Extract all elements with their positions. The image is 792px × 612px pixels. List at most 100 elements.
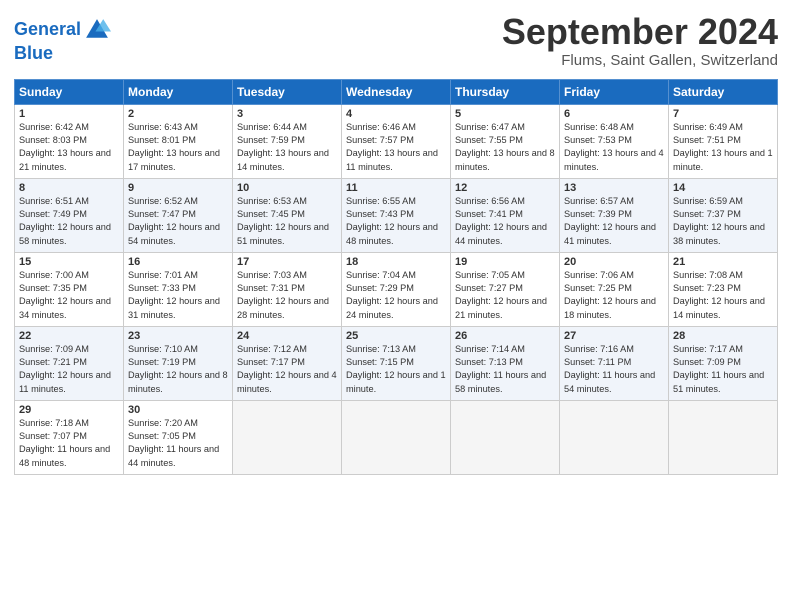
calendar-week-row: 29 Sunrise: 7:18 AM Sunset: 7:07 PM Dayl…: [15, 400, 778, 474]
calendar-cell: 5 Sunrise: 6:47 AM Sunset: 7:55 PM Dayli…: [451, 104, 560, 178]
day-number: 5: [455, 108, 555, 120]
day-info: Sunrise: 6:48 AM Sunset: 7:53 PM Dayligh…: [564, 121, 664, 174]
day-info: Sunrise: 7:00 AM Sunset: 7:35 PM Dayligh…: [19, 269, 119, 322]
day-number: 23: [128, 330, 228, 342]
day-number: 21: [673, 256, 773, 268]
calendar-cell: 25 Sunrise: 7:13 AM Sunset: 7:15 PM Dayl…: [342, 326, 451, 400]
page-container: General Blue September 2024 Flums, Saint…: [0, 0, 792, 485]
calendar-cell: 17 Sunrise: 7:03 AM Sunset: 7:31 PM Dayl…: [233, 252, 342, 326]
day-info: Sunrise: 6:49 AM Sunset: 7:51 PM Dayligh…: [673, 121, 773, 174]
calendar-week-row: 15 Sunrise: 7:00 AM Sunset: 7:35 PM Dayl…: [15, 252, 778, 326]
day-number: 7: [673, 108, 773, 120]
calendar-cell: 19 Sunrise: 7:05 AM Sunset: 7:27 PM Dayl…: [451, 252, 560, 326]
day-info: Sunrise: 7:01 AM Sunset: 7:33 PM Dayligh…: [128, 269, 228, 322]
day-info: Sunrise: 7:20 AM Sunset: 7:05 PM Dayligh…: [128, 417, 228, 470]
calendar-cell: 10 Sunrise: 6:53 AM Sunset: 7:45 PM Dayl…: [233, 178, 342, 252]
day-info: Sunrise: 6:57 AM Sunset: 7:39 PM Dayligh…: [564, 195, 664, 248]
logo: General Blue: [14, 16, 111, 64]
day-number: 3: [237, 108, 337, 120]
calendar-cell: 12 Sunrise: 6:56 AM Sunset: 7:41 PM Dayl…: [451, 178, 560, 252]
calendar-cell: 24 Sunrise: 7:12 AM Sunset: 7:17 PM Dayl…: [233, 326, 342, 400]
day-number: 24: [237, 330, 337, 342]
calendar-cell: 15 Sunrise: 7:00 AM Sunset: 7:35 PM Dayl…: [15, 252, 124, 326]
calendar-cell: 8 Sunrise: 6:51 AM Sunset: 7:49 PM Dayli…: [15, 178, 124, 252]
day-info: Sunrise: 6:51 AM Sunset: 7:49 PM Dayligh…: [19, 195, 119, 248]
day-info: Sunrise: 6:55 AM Sunset: 7:43 PM Dayligh…: [346, 195, 446, 248]
calendar-col-header: Sunday: [15, 79, 124, 104]
calendar-col-header: Saturday: [669, 79, 778, 104]
calendar-col-header: Thursday: [451, 79, 560, 104]
day-info: Sunrise: 6:56 AM Sunset: 7:41 PM Dayligh…: [455, 195, 555, 248]
day-number: 12: [455, 182, 555, 194]
day-number: 4: [346, 108, 446, 120]
day-number: 6: [564, 108, 664, 120]
day-number: 20: [564, 256, 664, 268]
calendar-cell: 4 Sunrise: 6:46 AM Sunset: 7:57 PM Dayli…: [342, 104, 451, 178]
day-info: Sunrise: 6:52 AM Sunset: 7:47 PM Dayligh…: [128, 195, 228, 248]
day-info: Sunrise: 6:59 AM Sunset: 7:37 PM Dayligh…: [673, 195, 773, 248]
day-number: 11: [346, 182, 446, 194]
calendar-header-row: SundayMondayTuesdayWednesdayThursdayFrid…: [15, 79, 778, 104]
calendar-cell: 14 Sunrise: 6:59 AM Sunset: 7:37 PM Dayl…: [669, 178, 778, 252]
day-info: Sunrise: 7:05 AM Sunset: 7:27 PM Dayligh…: [455, 269, 555, 322]
day-number: 13: [564, 182, 664, 194]
day-info: Sunrise: 6:53 AM Sunset: 7:45 PM Dayligh…: [237, 195, 337, 248]
day-info: Sunrise: 6:47 AM Sunset: 7:55 PM Dayligh…: [455, 121, 555, 174]
day-number: 29: [19, 404, 119, 416]
day-info: Sunrise: 7:03 AM Sunset: 7:31 PM Dayligh…: [237, 269, 337, 322]
day-number: 27: [564, 330, 664, 342]
month-title: September 2024: [502, 12, 778, 52]
day-info: Sunrise: 7:10 AM Sunset: 7:19 PM Dayligh…: [128, 343, 228, 396]
day-number: 1: [19, 108, 119, 120]
calendar-cell: 22 Sunrise: 7:09 AM Sunset: 7:21 PM Dayl…: [15, 326, 124, 400]
calendar-cell: 18 Sunrise: 7:04 AM Sunset: 7:29 PM Dayl…: [342, 252, 451, 326]
calendar-cell: 23 Sunrise: 7:10 AM Sunset: 7:19 PM Dayl…: [124, 326, 233, 400]
header: General Blue September 2024 Flums, Saint…: [14, 12, 778, 69]
calendar-cell: 26 Sunrise: 7:14 AM Sunset: 7:13 PM Dayl…: [451, 326, 560, 400]
day-info: Sunrise: 7:12 AM Sunset: 7:17 PM Dayligh…: [237, 343, 337, 396]
calendar-cell: 2 Sunrise: 6:43 AM Sunset: 8:01 PM Dayli…: [124, 104, 233, 178]
day-info: Sunrise: 7:06 AM Sunset: 7:25 PM Dayligh…: [564, 269, 664, 322]
calendar-cell: [233, 400, 342, 474]
day-info: Sunrise: 7:14 AM Sunset: 7:13 PM Dayligh…: [455, 343, 555, 396]
calendar-cell: [342, 400, 451, 474]
calendar-cell: 6 Sunrise: 6:48 AM Sunset: 7:53 PM Dayli…: [560, 104, 669, 178]
day-number: 28: [673, 330, 773, 342]
day-info: Sunrise: 7:08 AM Sunset: 7:23 PM Dayligh…: [673, 269, 773, 322]
day-number: 19: [455, 256, 555, 268]
day-number: 2: [128, 108, 228, 120]
calendar-cell: 1 Sunrise: 6:42 AM Sunset: 8:03 PM Dayli…: [15, 104, 124, 178]
day-info: Sunrise: 7:13 AM Sunset: 7:15 PM Dayligh…: [346, 343, 446, 396]
day-number: 9: [128, 182, 228, 194]
calendar-cell: 13 Sunrise: 6:57 AM Sunset: 7:39 PM Dayl…: [560, 178, 669, 252]
calendar-table: SundayMondayTuesdayWednesdayThursdayFrid…: [14, 79, 778, 475]
calendar-week-row: 1 Sunrise: 6:42 AM Sunset: 8:03 PM Dayli…: [15, 104, 778, 178]
day-number: 22: [19, 330, 119, 342]
logo-icon: [83, 16, 111, 44]
day-number: 26: [455, 330, 555, 342]
logo-text-blue: Blue: [14, 44, 111, 64]
calendar-col-header: Monday: [124, 79, 233, 104]
day-number: 17: [237, 256, 337, 268]
logo-text: General: [14, 20, 81, 40]
day-info: Sunrise: 7:04 AM Sunset: 7:29 PM Dayligh…: [346, 269, 446, 322]
day-info: Sunrise: 7:09 AM Sunset: 7:21 PM Dayligh…: [19, 343, 119, 396]
location: Flums, Saint Gallen, Switzerland: [502, 52, 778, 69]
calendar-cell: [669, 400, 778, 474]
calendar-week-row: 8 Sunrise: 6:51 AM Sunset: 7:49 PM Dayli…: [15, 178, 778, 252]
calendar-col-header: Tuesday: [233, 79, 342, 104]
calendar-cell: 9 Sunrise: 6:52 AM Sunset: 7:47 PM Dayli…: [124, 178, 233, 252]
calendar-week-row: 22 Sunrise: 7:09 AM Sunset: 7:21 PM Dayl…: [15, 326, 778, 400]
calendar-cell: 21 Sunrise: 7:08 AM Sunset: 7:23 PM Dayl…: [669, 252, 778, 326]
calendar-cell: 7 Sunrise: 6:49 AM Sunset: 7:51 PM Dayli…: [669, 104, 778, 178]
day-info: Sunrise: 7:16 AM Sunset: 7:11 PM Dayligh…: [564, 343, 664, 396]
day-info: Sunrise: 7:17 AM Sunset: 7:09 PM Dayligh…: [673, 343, 773, 396]
calendar-cell: 3 Sunrise: 6:44 AM Sunset: 7:59 PM Dayli…: [233, 104, 342, 178]
calendar-cell: 30 Sunrise: 7:20 AM Sunset: 7:05 PM Dayl…: [124, 400, 233, 474]
day-number: 18: [346, 256, 446, 268]
day-number: 10: [237, 182, 337, 194]
calendar-cell: [451, 400, 560, 474]
calendar-cell: [560, 400, 669, 474]
day-info: Sunrise: 6:43 AM Sunset: 8:01 PM Dayligh…: [128, 121, 228, 174]
day-number: 15: [19, 256, 119, 268]
